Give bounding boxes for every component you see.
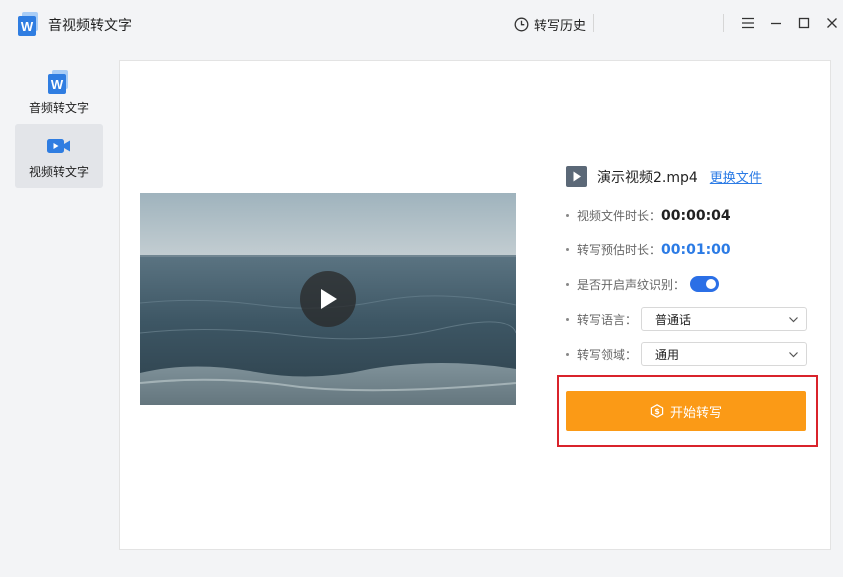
history-label: 转写历史 — [534, 19, 587, 34]
clock-icon — [514, 17, 529, 32]
bullet — [566, 283, 569, 286]
language-label: 转写语言： — [577, 313, 638, 327]
bullet — [566, 353, 569, 356]
app-title: 音视频转文字 — [48, 18, 132, 34]
audio-doc-icon: W — [48, 70, 68, 94]
domain-value: 通用 — [655, 347, 680, 362]
file-info: 演示视频2.mp4 更换文件 — [566, 166, 762, 187]
voiceprint-label: 是否开启声纹识别： — [577, 278, 686, 292]
sidebar-item-label: 音频转文字 — [28, 101, 89, 115]
sidebar-item-video-to-text[interactable]: 视频转文字 — [15, 124, 103, 188]
duration-label: 视频文件时长： — [577, 209, 662, 223]
svg-text:W: W — [21, 19, 34, 34]
menu-button[interactable] — [740, 14, 756, 32]
history-button[interactable]: 转写历史 — [514, 15, 586, 34]
close-button[interactable] — [824, 14, 840, 32]
chevron-down-icon — [789, 317, 798, 323]
bullet — [566, 318, 569, 321]
duration-value: 00:00:04 — [661, 207, 731, 224]
estimate-row: 转写预估时长： 00:01:00 — [566, 241, 731, 258]
domain-select[interactable]: 通用 — [641, 342, 807, 366]
voiceprint-toggle[interactable] — [690, 276, 719, 292]
change-file-link[interactable]: 更换文件 — [710, 167, 762, 186]
play-button[interactable] — [300, 271, 356, 327]
language-row: 转写语言： — [566, 311, 637, 328]
minimize-icon — [771, 22, 781, 25]
file-name: 演示视频2.mp4 — [597, 169, 698, 186]
video-file-icon — [566, 166, 587, 187]
sidebar-item-audio-to-text[interactable]: W 音频转文字 — [15, 60, 103, 124]
coin-icon: $ — [650, 404, 664, 418]
bullet — [566, 214, 569, 217]
svg-text:$: $ — [654, 407, 660, 416]
start-label: 开始转写 — [669, 405, 722, 421]
domain-label: 转写领域： — [577, 348, 638, 362]
sidebar-item-label: 视频转文字 — [28, 165, 89, 179]
estimate-value: 00:01:00 — [661, 241, 731, 258]
minimize-button[interactable] — [768, 14, 784, 32]
divider — [723, 14, 724, 32]
close-icon — [827, 18, 837, 28]
menu-icon — [742, 17, 754, 29]
domain-row: 转写领域： — [566, 346, 637, 363]
start-transcribe-button[interactable]: $ 开始转写 — [566, 391, 806, 431]
maximize-icon — [798, 17, 810, 29]
duration-row: 视频文件时长： 00:00:04 — [566, 207, 731, 224]
maximize-button[interactable] — [796, 14, 812, 32]
bullet — [566, 248, 569, 251]
title-bar: W 音视频转文字 转写历史 — [0, 0, 843, 48]
play-icon — [321, 289, 337, 309]
svg-text:W: W — [51, 77, 64, 92]
language-select[interactable]: 普通话 — [641, 307, 807, 331]
language-value: 普通话 — [655, 312, 692, 327]
voiceprint-row: 是否开启声纹识别： — [566, 276, 685, 293]
video-camera-icon — [47, 139, 70, 153]
chevron-down-icon — [789, 352, 798, 358]
estimate-label: 转写预估时长： — [577, 243, 662, 257]
divider — [593, 14, 594, 32]
app-logo-icon: W — [18, 12, 38, 36]
